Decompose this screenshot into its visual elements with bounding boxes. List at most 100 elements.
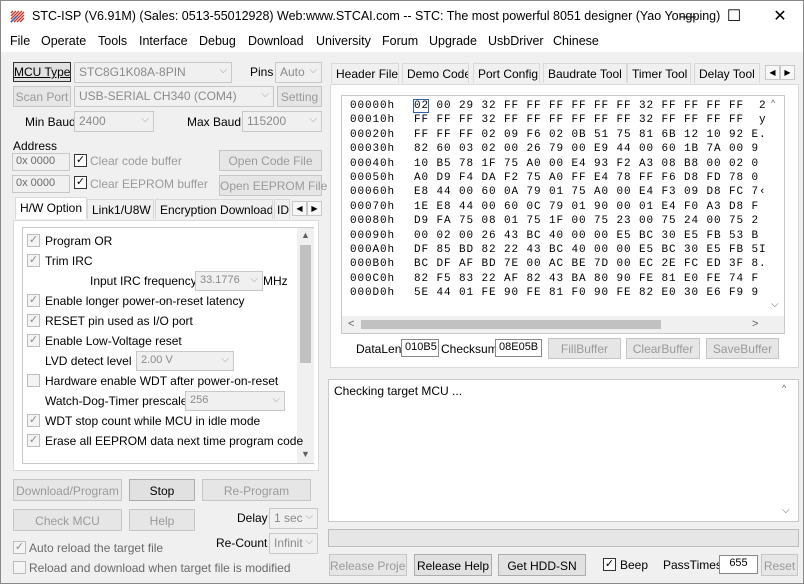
menu-interface[interactable]: Interface (139, 34, 188, 48)
pins-label: Pins (250, 65, 274, 79)
scroll-thumb[interactable] (300, 245, 311, 363)
stop-button[interactable]: Stop (129, 479, 195, 501)
tab-header-file[interactable]: Header File (331, 63, 399, 83)
checksum-value: 08E05B (495, 339, 542, 357)
clear-code-checkbox[interactable]: ✓ (74, 154, 87, 167)
longer-por-checkbox[interactable]: ✓ (27, 294, 40, 307)
reset-io-checkbox[interactable]: ✓ (27, 314, 40, 327)
mcu-type-select[interactable]: STC8G1K08A-8PIN ⌵ (74, 62, 232, 83)
open-code-file-button[interactable]: Open Code File (219, 150, 322, 171)
scan-port-button[interactable]: Scan Port (13, 86, 71, 107)
hex-bytes: E8 44 00 60 0A 79 01 75 A0 00 E4 F3 09 D… (414, 186, 759, 199)
pins-select[interactable]: Auto ⌵ (275, 62, 322, 83)
menu-upgrade[interactable]: Upgrade (429, 34, 477, 48)
tab-timer-tool[interactable]: Timer Tool (627, 63, 691, 83)
min-baud-select[interactable]: 2400 ⌵ (74, 111, 154, 132)
menu-usbdriver[interactable]: UsbDriver (488, 34, 544, 48)
open-eeprom-file-button[interactable]: Open EEPROM File (219, 175, 327, 196)
tab-baudrate-tool[interactable]: Baudrate Tool (543, 63, 627, 83)
release-help-button[interactable]: Release Help (414, 554, 492, 576)
menu-operate[interactable]: Operate (41, 34, 86, 48)
port-value: USB-SERIAL CH340 (COM4) (79, 89, 237, 103)
recount-select[interactable]: Infinit ⌵ (269, 533, 318, 554)
tab-port-config[interactable]: Port Config (473, 63, 540, 83)
scroll-up-icon[interactable]: ▲ (301, 230, 310, 240)
hex-vscrollbar[interactable]: ^ ⌵ (766, 96, 784, 316)
hex-scroll-right-icon[interactable]: > (752, 318, 758, 330)
code-address-input[interactable]: 0x 0000 (12, 153, 70, 171)
tab-id[interactable]: ID (274, 199, 290, 219)
delay-select[interactable]: 1 sec ⌵ (269, 508, 318, 529)
reload-modified-checkbox[interactable] (13, 561, 26, 574)
fill-buffer-button[interactable]: FillBuffer (548, 338, 621, 359)
hex-scroll-left-icon[interactable]: < (348, 318, 354, 330)
tab-scroll-left-icon[interactable]: ◀ (292, 201, 307, 216)
hex-hscrollbar[interactable]: < > (342, 316, 784, 333)
log-scroll-down-icon[interactable]: ⌵ (782, 505, 790, 516)
menu-forum[interactable]: Forum (382, 34, 418, 48)
log-scroll-up-icon[interactable]: ^ (782, 383, 786, 393)
erase-eeprom-checkbox[interactable]: ✓ (27, 434, 40, 447)
clear-eeprom-checkbox[interactable]: ✓ (74, 176, 87, 189)
right-tab-scroll-right-icon[interactable]: ▶ (780, 65, 795, 80)
tab-link1-u8w[interactable]: Link1/U8W (87, 199, 154, 219)
setting-button[interactable]: Setting (277, 86, 322, 107)
log-output[interactable]: Checking target MCU ... ^ ⌵ (328, 379, 799, 522)
download-program-button[interactable]: Download/Program (13, 479, 122, 501)
re-program-button[interactable]: Re-Program (202, 479, 311, 501)
pins-value: Auto (280, 65, 305, 79)
check-mcu-button[interactable]: Check MCU (13, 509, 122, 531)
mcu-type-button[interactable]: MCU Type (13, 62, 71, 82)
tab-demo-code[interactable]: Demo Code (402, 63, 469, 83)
hex-hscroll-thumb[interactable] (361, 320, 661, 329)
hex-bytes: 00 02 00 26 43 BC 40 00 00 E5 BC 30 E5 F… (414, 229, 759, 242)
eeprom-address-input[interactable]: 0x 0000 (12, 175, 70, 193)
hex-view[interactable]: 00000h 02 00 29 32 FF FF FF FF FF FF 32 F… (341, 95, 785, 334)
hex-scroll-down-icon[interactable]: ⌵ (771, 299, 779, 310)
port-select[interactable]: USB-SERIAL CH340 (COM4) ⌵ (74, 86, 274, 107)
beep-checkbox[interactable]: ✓ (603, 558, 616, 571)
menu-tools[interactable]: Tools (98, 34, 127, 48)
close-button[interactable]: ✕ (757, 1, 803, 32)
lvd-level-select[interactable]: 2.00 V ⌵ (136, 351, 234, 371)
save-buffer-button[interactable]: SaveBuffer (706, 338, 779, 359)
hex-address: 000C0h (350, 272, 396, 285)
right-tabs: Header File Demo Code Port Config Baudra… (331, 63, 799, 85)
wdt-stop-checkbox[interactable]: ✓ (27, 414, 40, 427)
trim-irc-checkbox[interactable]: ✓ (27, 254, 40, 267)
menu-download[interactable]: Download (248, 34, 304, 48)
clear-code-label: Clear code buffer (90, 154, 182, 168)
menu-debug[interactable]: Debug (199, 34, 236, 48)
chevron-down-icon: ⌵ (219, 65, 227, 76)
menu-university[interactable]: University (316, 34, 371, 48)
hex-scroll-up-icon[interactable]: ^ (771, 98, 775, 108)
wdt-stop-label: WDT stop count while MCU in idle mode (45, 414, 261, 428)
clear-buffer-button[interactable]: ClearBuffer (626, 338, 700, 359)
tab-delay-tool[interactable]: Delay Tool (694, 63, 760, 83)
scroll-down-icon[interactable]: ▼ (301, 449, 310, 459)
minimize-button[interactable]: — (665, 1, 711, 32)
clear-eeprom-label: Clear EEPROM buffer (90, 177, 208, 191)
irc-frequency-value: 33.1776 (200, 274, 240, 286)
irc-frequency-select[interactable]: 33.1776 ⌵ (195, 271, 263, 291)
tab-hw-option[interactable]: H/W Option (15, 197, 87, 219)
tab-encryption-download[interactable]: Encryption Download (155, 199, 273, 219)
program-or-checkbox[interactable]: ✓ (27, 234, 40, 247)
tab-scroll-right-icon[interactable]: ▶ (307, 201, 322, 216)
release-project-button[interactable]: Release Project (329, 554, 407, 576)
menu-chinese[interactable]: Chinese (553, 34, 599, 48)
right-tab-scroll-left-icon[interactable]: ◀ (765, 65, 780, 80)
wdt-prescaler-select[interactable]: 256 ⌵ (185, 391, 285, 411)
reset-button[interactable]: Reset (761, 554, 798, 576)
low-voltage-checkbox[interactable]: ✓ (27, 334, 40, 347)
options-scrollbar[interactable]: ▲ ▼ (297, 228, 314, 463)
get-hdd-sn-button[interactable]: Get HDD-SN (498, 554, 586, 576)
max-baud-select[interactable]: 115200 ⌵ (242, 111, 322, 132)
help-button[interactable]: Help (129, 509, 195, 531)
hex-row: 000B0h BC DF AF BD 7E 00 AC BE 7D 00 EC 2… (350, 258, 767, 270)
hex-bytes: FF FF FF 32 FF FF FF FF FF FF 32 FF FF F… (414, 114, 745, 127)
maximize-button[interactable]: ☐ (711, 1, 757, 32)
menu-file[interactable]: File (10, 34, 30, 48)
auto-reload-checkbox[interactable]: ✓ (13, 541, 26, 554)
hw-wdt-checkbox[interactable] (27, 374, 40, 387)
